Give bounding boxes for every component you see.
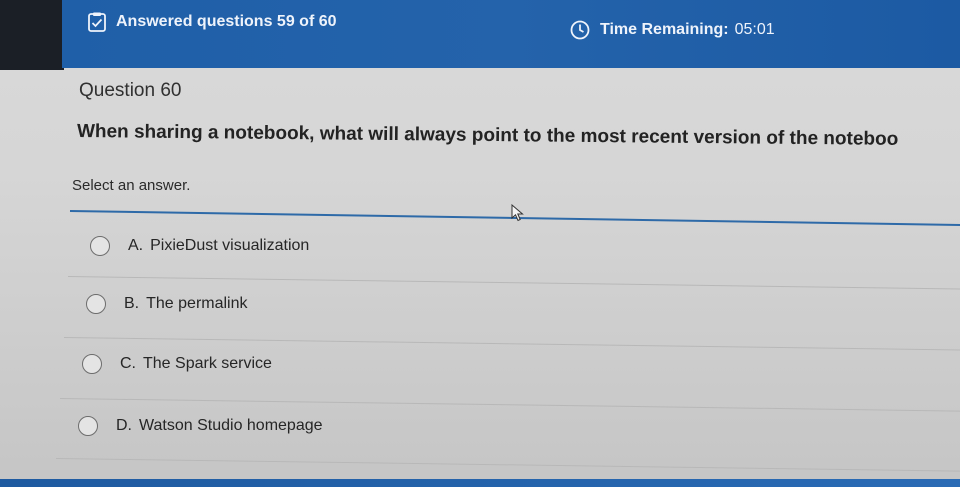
option-divider	[63, 337, 960, 351]
answer-option-a[interactable]: A. PixieDust visualization	[90, 236, 309, 256]
footer-bar	[0, 479, 960, 487]
option-divider	[55, 458, 960, 472]
option-letter: A.	[128, 237, 144, 254]
mouse-cursor-icon	[511, 204, 524, 222]
option-letter: D.	[116, 417, 132, 434]
answer-option-c[interactable]: C. The Spark service	[82, 354, 272, 374]
time-remaining-label: Time Remaining:	[600, 21, 729, 38]
option-label: The permalink	[146, 295, 248, 312]
time-remaining-value: 05:01	[734, 21, 775, 38]
radio-unselected-icon[interactable]	[90, 236, 110, 256]
time-remaining: Time Remaining: 05:01	[570, 20, 775, 40]
answered-count-label: Answered questions 59 of 60	[116, 13, 337, 30]
screen-bezel	[0, 0, 64, 70]
answer-option-d[interactable]: D. Watson Studio homepage	[78, 416, 323, 436]
option-letter: C.	[120, 355, 136, 372]
answered-status[interactable]: Answered questions 59 of 60	[88, 12, 337, 32]
option-label: Watson Studio homepage	[139, 417, 323, 434]
radio-unselected-icon[interactable]	[86, 294, 106, 314]
option-divider	[67, 276, 960, 290]
question-number: Question 60	[79, 80, 182, 101]
option-label: The Spark service	[143, 355, 272, 372]
checklist-icon	[88, 12, 106, 32]
clock-icon	[570, 20, 590, 40]
quiz-screen: Answered questions 59 of 60 Time Remaini…	[0, 0, 960, 487]
select-instruction: Select an answer.	[72, 177, 191, 194]
option-label: PixieDust visualization	[150, 237, 310, 254]
option-letter: B.	[124, 295, 140, 312]
radio-unselected-icon[interactable]	[82, 354, 102, 374]
option-divider	[59, 398, 960, 412]
exam-header: Answered questions 59 of 60 Time Remaini…	[62, 0, 960, 68]
question-text: When sharing a notebook, what will alway…	[76, 121, 899, 150]
radio-unselected-icon[interactable]	[78, 416, 98, 436]
answer-option-b[interactable]: B. The permalink	[86, 294, 248, 314]
